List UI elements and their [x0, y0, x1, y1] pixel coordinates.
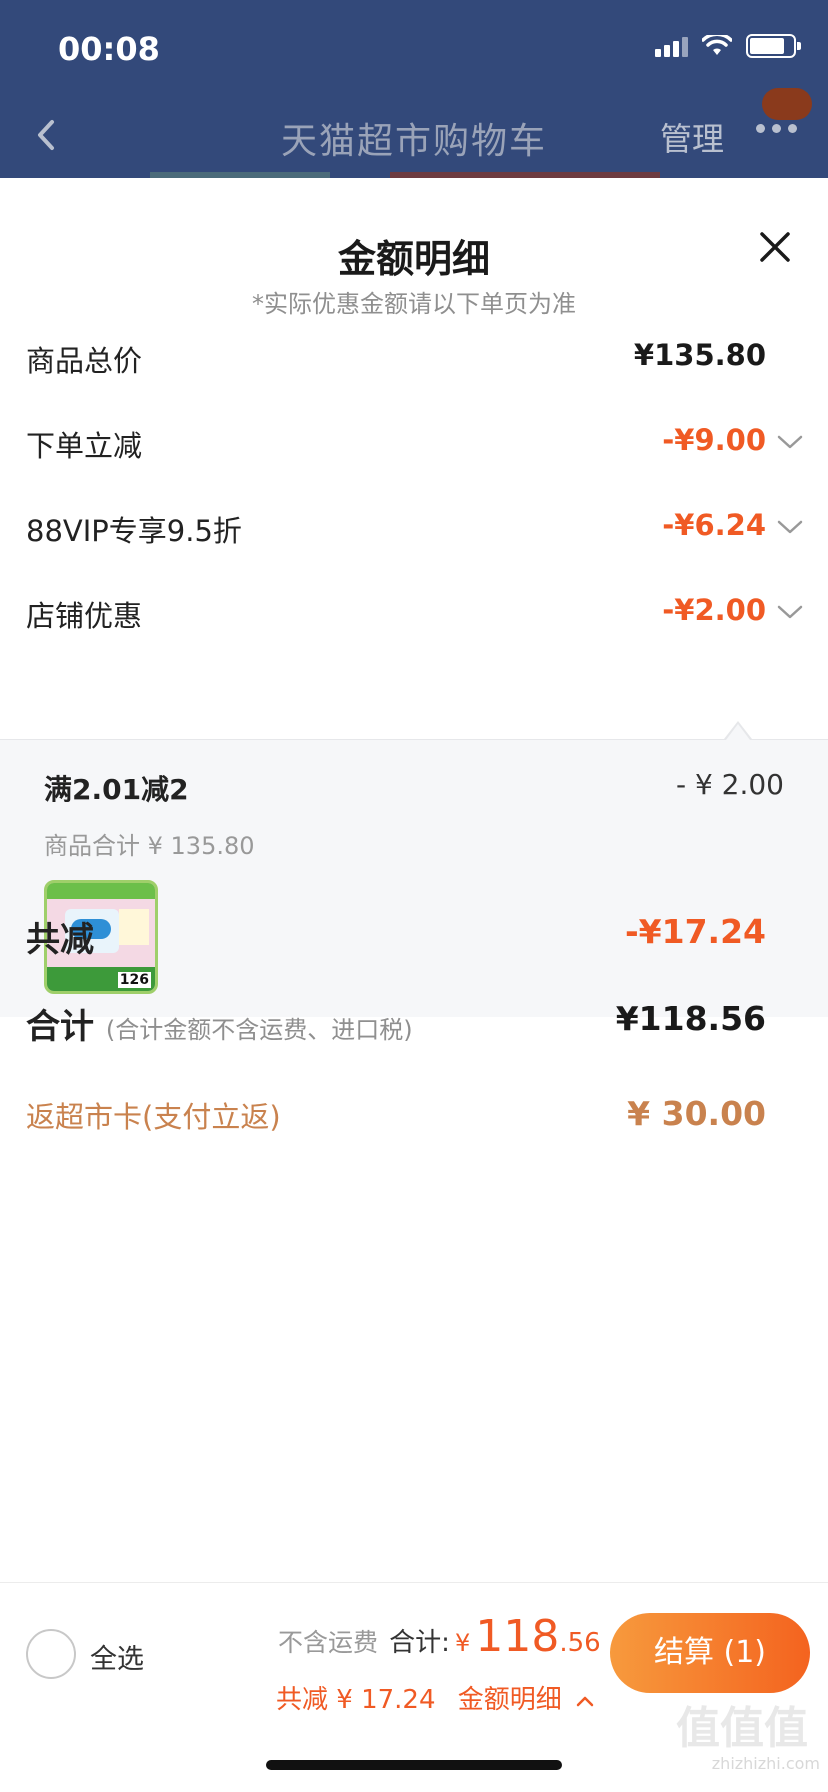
amount-detail-sheet: 金额明细 *实际优惠金额请以下单页为准 商品总价 ¥135.80 下单立减 -¥…	[0, 178, 828, 1792]
discount-subtotal: 商品合计 ¥ 135.80	[44, 832, 255, 860]
row-value: -¥9.00	[662, 423, 766, 457]
total-amount-decimal: .56	[559, 1628, 601, 1658]
row-label: 88VIP专享9.5折	[26, 514, 242, 548]
sheet-subtitle: *实际优惠金额请以下单页为准	[252, 290, 576, 318]
store-discount-panel: 满2.01减2 - ¥ 2.00 商品合计 ¥ 135.80 126	[0, 739, 828, 1017]
close-icon[interactable]	[756, 228, 794, 266]
discount-text: 共减 ¥ 17.24	[276, 1685, 436, 1715]
more-icon[interactable]	[756, 124, 804, 144]
status-time: 00:08	[58, 30, 160, 68]
sum-label: 合计:	[389, 1628, 450, 1658]
total-amount-integer: 118	[475, 1611, 560, 1662]
chevron-down-icon[interactable]	[776, 603, 804, 621]
battery-icon	[746, 34, 801, 58]
dimmed-header: 00:08 天猫超市购物车 管理	[0, 0, 828, 180]
discount-rule-title: 满2.01减2	[44, 773, 189, 806]
manage-button[interactable]: 管理	[660, 114, 724, 160]
row-label: 商品总价	[26, 344, 143, 378]
status-bar: 00:08	[0, 0, 828, 100]
row-item-total: 商品总价 ¥135.80	[0, 328, 828, 388]
row-value: -¥17.24	[624, 912, 766, 951]
status-icons	[655, 34, 801, 58]
select-all-radio[interactable]	[26, 1629, 76, 1679]
row-total-discount: 共减 -¥17.24	[0, 908, 828, 968]
row-label: 合计 (合计金额不含运费、进口税)	[26, 1007, 413, 1047]
checkout-button[interactable]: 结算 (1)	[610, 1613, 810, 1693]
watermark: 值值值 zhizhizhi.com	[676, 1703, 820, 1774]
select-all-label[interactable]: 全选	[90, 1637, 144, 1676]
chevron-up-icon[interactable]	[576, 1695, 594, 1707]
row-grand-total: 合计 (合计金额不含运费、进口税) ¥118.56	[0, 995, 828, 1055]
row-order-discount[interactable]: 下单立减 -¥9.00	[0, 413, 828, 473]
currency-symbol: ¥	[454, 1629, 471, 1657]
panel-pointer-fill	[726, 724, 750, 740]
cellular-signal-icon	[655, 35, 688, 57]
row-label: 返超市卡(支付立返)	[26, 1100, 281, 1134]
row-label: 共减	[26, 920, 94, 960]
home-indicator[interactable]	[266, 1760, 562, 1770]
row-store-discount[interactable]: 店铺优惠 -¥2.00	[0, 583, 828, 643]
discount-rule-value: - ¥ 2.00	[675, 768, 784, 801]
shipping-note: 不含运费	[278, 1628, 379, 1657]
total-summary: 不含运费 合计: ¥ 118.56	[278, 1611, 601, 1662]
total-note: (合计金额不含运费、进口税)	[105, 1016, 413, 1044]
row-value: ¥135.80	[633, 338, 766, 372]
product-price: 126	[117, 972, 151, 988]
row-value: ¥ 30.00	[627, 1094, 766, 1133]
row-value: -¥6.24	[662, 508, 766, 542]
row-vip-discount[interactable]: 88VIP专享9.5折 -¥6.24	[0, 498, 828, 558]
notification-badge	[762, 88, 812, 120]
sheet-title: 金额明细	[337, 237, 490, 281]
amount-detail-link[interactable]: 金额明细	[458, 1685, 562, 1715]
nav-bar: 天猫超市购物车 管理	[0, 100, 828, 178]
row-value: ¥118.56	[615, 999, 766, 1038]
row-label: 下单立减	[26, 429, 143, 463]
chevron-down-icon[interactable]	[776, 518, 804, 536]
chevron-down-icon[interactable]	[776, 433, 804, 451]
row-value: -¥2.00	[662, 593, 766, 627]
wifi-icon	[702, 35, 732, 55]
discount-summary[interactable]: 共减 ¥ 17.24 金额明细	[276, 1679, 594, 1716]
row-label: 店铺优惠	[26, 599, 143, 633]
row-rebate: 返超市卡(支付立返) ¥ 30.00	[0, 1084, 828, 1144]
